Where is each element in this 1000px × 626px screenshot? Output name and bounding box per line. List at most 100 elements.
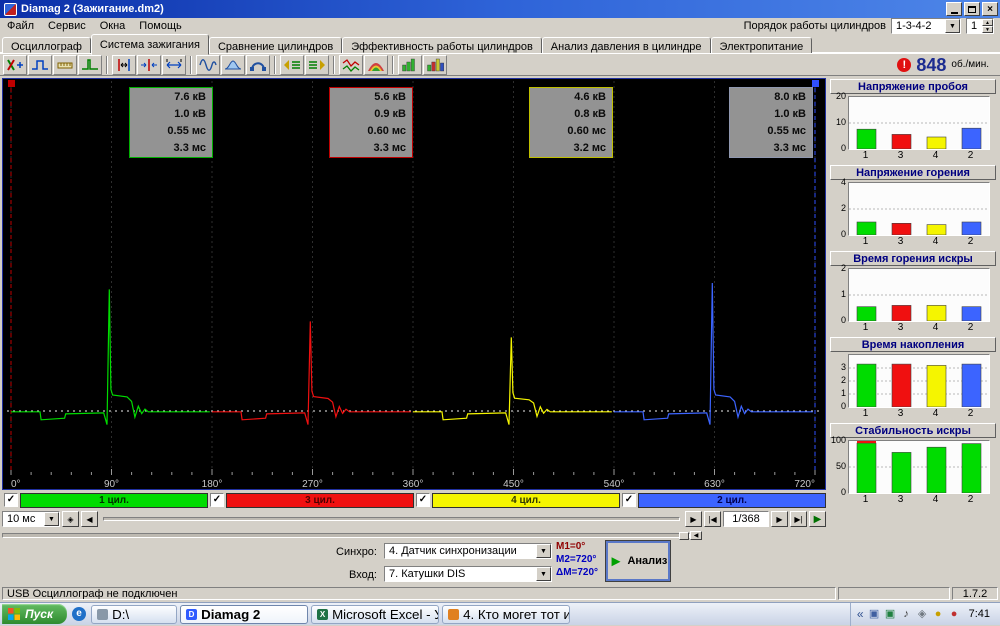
measurement-value: 3.3 мс: [730, 140, 806, 157]
panel-chart-title: Напряжение пробоя: [830, 79, 996, 94]
x-tick-label: 3: [883, 322, 918, 333]
signal-front-icon[interactable]: [28, 55, 52, 75]
cylinder-label-bar[interactable]: 4 цил.: [432, 493, 620, 508]
cylinder-checkbox-4[interactable]: ✓: [622, 493, 636, 507]
maximize-button[interactable]: [964, 2, 980, 16]
menu-item-help[interactable]: Помощь: [132, 19, 189, 33]
task-button-ddrive[interactable]: D:\: [91, 605, 177, 624]
rpm-indicator: ! 848 об./мин.: [897, 56, 997, 74]
x-tick-label: 4: [918, 150, 953, 161]
cylinder-label-bar[interactable]: 2 цил.: [638, 493, 826, 508]
spin-up-icon[interactable]: ▲: [982, 19, 993, 26]
analyze-label: Анализ: [627, 555, 667, 567]
y-tick-label: 0: [841, 402, 846, 411]
minimize-icon: [951, 12, 958, 14]
tray-antivirus-icon[interactable]: ●: [948, 608, 961, 621]
cursor-cross-icon[interactable]: [3, 55, 27, 75]
chevron-down-icon[interactable]: ▼: [536, 544, 551, 558]
taskbar: Пуск e D:\DDiamag 2 X Microsoft Excel - Уч…: [0, 602, 1000, 625]
cylinder-checkbox-1[interactable]: ✓: [4, 493, 18, 507]
marker-width-icon[interactable]: [162, 55, 186, 75]
shift-left-icon[interactable]: [280, 55, 304, 75]
cylinder-label-bar[interactable]: 3 цил.: [226, 493, 414, 508]
task-button-excel[interactable]: X Microsoft Excel - Учёт р...: [311, 605, 439, 624]
tray-chevron-icon[interactable]: «: [857, 607, 864, 621]
panel-chart-dwell-time: Время накопления01231342: [830, 337, 996, 419]
x-tick-label: 2: [953, 494, 988, 505]
firing-order-select[interactable]: 1-3-4-2 ▼: [891, 18, 961, 34]
firing-order-value: 1-3-4-2: [892, 20, 945, 32]
input-source-select[interactable]: 7. Катушки DIS ▼: [384, 566, 552, 582]
close-button[interactable]: ×: [982, 2, 998, 16]
task-button-chat[interactable]: 4. Кто могет тот и Маг...: [442, 605, 570, 624]
y-tick-label: 2: [841, 264, 846, 273]
windows-logo-icon: [7, 607, 21, 621]
ignition-waveform-chart: 0°90°180°270°360°450°540°630°720°: [3, 79, 825, 489]
scroll-left-button[interactable]: ◀: [81, 511, 98, 527]
start-button[interactable]: Пуск: [2, 604, 67, 624]
measurement-box-cyl-2: 5.6 кВ0.9 кВ0.60 мс3.3 мс: [329, 87, 413, 158]
tray-usb-icon[interactable]: ◈: [916, 608, 929, 621]
y-tick-label: 0: [841, 316, 846, 325]
panel-chart-title: Время накопления: [830, 337, 996, 352]
spin-down-icon[interactable]: ▼: [982, 26, 993, 33]
green-bars-icon[interactable]: [398, 55, 422, 75]
chart-plot: [848, 96, 990, 150]
cylinder-count-spinner[interactable]: 1 ▲ ▼: [966, 18, 994, 34]
measurement-value: 0.55 мс: [130, 123, 206, 140]
menu-item-service[interactable]: Сервис: [41, 19, 93, 33]
measure-ruler-icon[interactable]: [53, 55, 77, 75]
tray-display-icon[interactable]: ▣: [868, 608, 881, 621]
y-tick-label: 100: [831, 436, 846, 445]
status-message: USB Осциллограф не подключен: [2, 587, 836, 600]
analyze-button[interactable]: ► Анализ: [606, 541, 670, 581]
tray-volume-icon[interactable]: ♪: [900, 608, 913, 621]
signal-filter-icon[interactable]: [246, 55, 270, 75]
task-button-label: Microsoft Excel - Учёт р...: [332, 607, 439, 622]
cylinder-checkbox-2[interactable]: ✓: [210, 493, 224, 507]
menu-bar: ФайлСервисОкнаПомощь Порядок работы цили…: [0, 18, 1000, 34]
pulse-level-icon[interactable]: [78, 55, 102, 75]
x-tick-label: 2: [953, 150, 988, 161]
marker-mode-button[interactable]: ◈: [62, 511, 79, 527]
menu-item-windows[interactable]: Окна: [93, 19, 133, 33]
oscilloscope-view[interactable]: 0°90°180°270°360°450°540°630°720° 7.6 кВ…: [2, 78, 826, 490]
rpm-units: об./мин.: [951, 59, 989, 70]
timebase-select[interactable]: 10 мс ▼: [2, 511, 60, 527]
chart-plot: [848, 182, 990, 236]
quicklaunch-browser-icon[interactable]: e: [72, 607, 86, 621]
y-tick-label: 4: [841, 178, 846, 187]
signal-area-icon[interactable]: [221, 55, 245, 75]
timebase-scrollbar[interactable]: [103, 517, 680, 521]
waveforms-icon[interactable]: [339, 55, 363, 75]
chart-plot: [848, 440, 990, 494]
cylinder-checkbox-3[interactable]: ✓: [416, 493, 430, 507]
x-tick-label: 4: [918, 236, 953, 247]
sync-source-select[interactable]: 4. Датчик синхронизации ▼: [384, 543, 552, 559]
first-frame-button[interactable]: |◀: [704, 511, 721, 527]
next-frame-button[interactable]: ▶: [771, 511, 788, 527]
x-tick-label: 3: [883, 150, 918, 161]
last-frame-button[interactable]: ▶|: [790, 511, 807, 527]
smooth-signal-icon[interactable]: [196, 55, 220, 75]
chevron-down-icon[interactable]: ▼: [945, 19, 960, 33]
spectrum-icon[interactable]: [364, 55, 388, 75]
shift-right-icon[interactable]: [305, 55, 329, 75]
play-frames-button[interactable]: ▶: [809, 511, 826, 527]
tab-ignition-system[interactable]: Система зажигания: [91, 34, 209, 55]
svg-text:630°: 630°: [704, 479, 725, 489]
chevron-down-icon[interactable]: ▼: [44, 512, 59, 526]
center-marker-icon[interactable]: [137, 55, 161, 75]
scroll-right-button[interactable]: ▶: [685, 511, 702, 527]
align-markers-icon[interactable]: [112, 55, 136, 75]
tray-network-icon[interactable]: ▣: [884, 608, 897, 621]
multi-bars-icon[interactable]: [423, 55, 447, 75]
minimize-button[interactable]: [946, 2, 962, 16]
task-button-icon: D: [186, 609, 197, 620]
task-button-diamag[interactable]: DDiamag 2: [180, 605, 308, 624]
cylinder-label-bar[interactable]: 1 цил.: [20, 493, 208, 508]
tray-scheduler-icon[interactable]: ●: [932, 608, 945, 621]
menu-item-file[interactable]: Файл: [0, 19, 41, 33]
chevron-down-icon[interactable]: ▼: [536, 567, 551, 581]
task-button-icon: X: [317, 609, 328, 620]
